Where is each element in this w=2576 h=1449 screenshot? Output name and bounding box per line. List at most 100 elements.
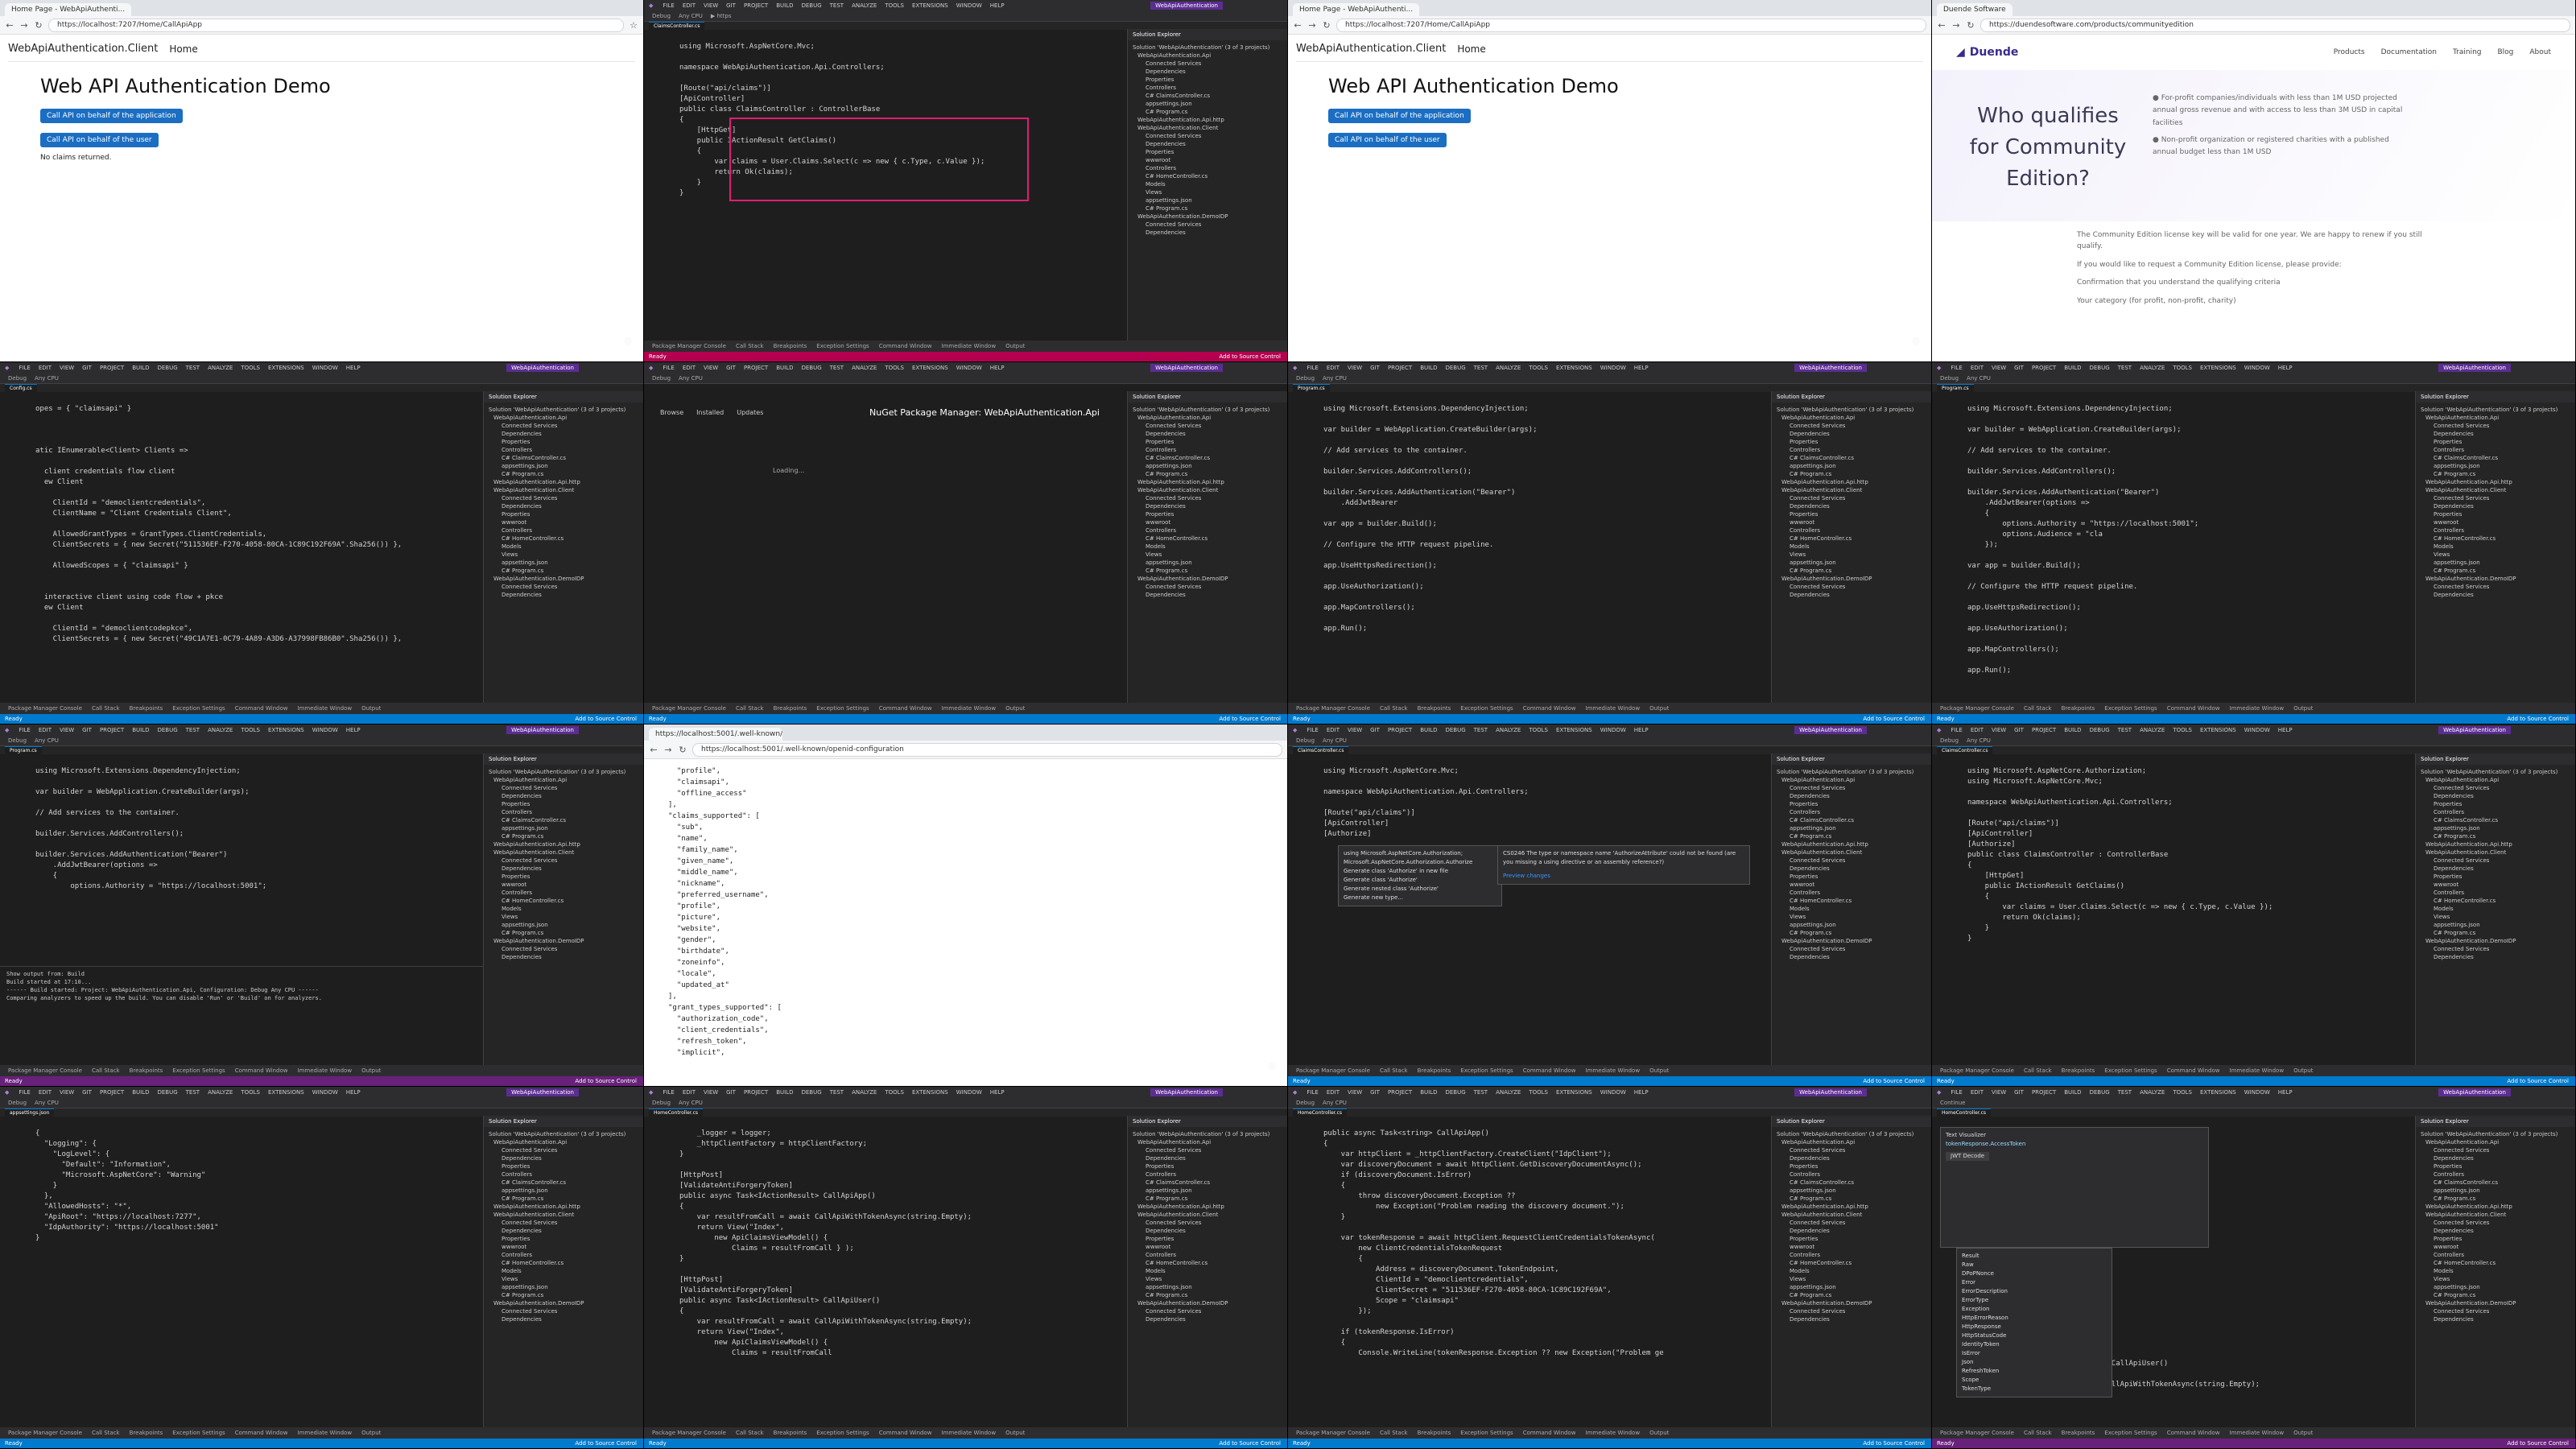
solution-item[interactable]: Controllers: [1777, 526, 1926, 535]
solution-item[interactable]: appsettings.json: [2421, 462, 2570, 470]
solution-item[interactable]: Dependencies: [489, 865, 638, 873]
bottom-tab[interactable]: Call Stack: [1380, 1430, 1408, 1436]
solution-item[interactable]: Connected Services: [1133, 221, 1282, 229]
solution-item[interactable]: Dependencies: [2421, 1227, 2570, 1235]
bottom-tab[interactable]: Exception Settings: [1460, 1067, 1513, 1074]
solution-item[interactable]: Controllers: [489, 1170, 638, 1179]
bottom-tab[interactable]: Immediate Window: [1586, 1430, 1641, 1436]
menu-item-test[interactable]: TEST: [1474, 365, 1488, 371]
call-api-app-button[interactable]: Call API on behalf of the application: [40, 109, 183, 123]
solution-item[interactable]: Properties: [489, 438, 638, 446]
menu-item-extensions[interactable]: EXTENSIONS: [912, 1089, 948, 1096]
menu-item-git[interactable]: GIT: [2014, 727, 2024, 733]
doc-tab-appsettings[interactable]: appsettings.json: [5, 1108, 55, 1117]
solution-item[interactable]: Controllers: [1777, 1251, 1926, 1259]
solution-item[interactable]: Properties: [1133, 76, 1282, 84]
bottom-tab[interactable]: Package Manager Console: [1940, 1067, 2014, 1074]
menu-item-build[interactable]: BUILD: [2064, 1089, 2081, 1096]
bottom-tab[interactable]: Output: [2293, 1430, 2313, 1436]
solution-item[interactable]: WebApiAuthentication.DemoIDP: [2421, 1299, 2570, 1307]
solution-item[interactable]: WebApiAuthentication.Api.http: [1777, 840, 1926, 848]
solution-item[interactable]: WebApiAuthentication.Api: [1133, 52, 1282, 60]
status-source-control[interactable]: Add to Source Control: [2507, 1078, 2569, 1084]
solution-item[interactable]: Connected Services: [489, 1307, 638, 1315]
bottom-tab[interactable]: Exception Settings: [1460, 1430, 1513, 1436]
solution-item[interactable]: Connected Services: [489, 583, 638, 591]
vs-menu-items[interactable]: FILE EDIT VIEW GIT PROJECT BUILD DEBUG TEST ANAL…: [663, 365, 1012, 371]
solution-item[interactable]: Dependencies: [1777, 430, 1926, 438]
menu-item-debug[interactable]: DEBUG: [157, 727, 177, 733]
menu-item-view[interactable]: VIEW: [1992, 727, 2006, 733]
menu-item-git[interactable]: GIT: [1370, 1089, 1380, 1096]
bottom-tab[interactable]: Breakpoints: [2062, 705, 2095, 712]
doc-tab-claims-controller[interactable]: ClaimsController.cs: [1937, 746, 1993, 754]
bottom-tab[interactable]: Package Manager Console: [1296, 1430, 1370, 1436]
visualizer-decode-select[interactable]: JWT Decode: [1946, 1152, 1990, 1161]
solution-item[interactable]: Connected Services: [1133, 583, 1282, 591]
solution-item[interactable]: C# ClaimsController.cs: [489, 816, 638, 824]
bottom-tab[interactable]: Output: [361, 705, 381, 712]
solution-item[interactable]: Connected Services: [489, 1146, 638, 1154]
solution-item[interactable]: Connected Services: [1777, 583, 1926, 591]
solution-item[interactable]: appsettings.json: [489, 921, 638, 929]
nav-home[interactable]: Home: [1457, 43, 1485, 55]
solution-item[interactable]: C# HomeController.cs: [489, 1259, 638, 1267]
solution-item[interactable]: WebApiAuthentication.Api.http: [1133, 478, 1282, 486]
bottom-tab[interactable]: Call Stack: [1380, 1067, 1408, 1074]
menu-item-help[interactable]: HELP: [2278, 365, 2293, 371]
browser-tab[interactable]: Home Page - WebApiAuthenti...: [5, 3, 132, 16]
browser-tab[interactable]: Home Page - WebApiAuthenti...: [1293, 3, 1420, 16]
solution-item[interactable]: C# ClaimsController.cs: [2421, 1179, 2570, 1187]
solution-item[interactable]: Properties: [1777, 873, 1926, 881]
menu-item-test[interactable]: TEST: [2118, 727, 2132, 733]
solution-item[interactable]: WebApiAuthentication.Client: [489, 848, 638, 857]
bottom-tab[interactable]: Breakpoints: [130, 1067, 163, 1074]
nuget-tab-installed[interactable]: Installed: [696, 409, 724, 416]
solution-item[interactable]: WebApiAuthentication.Client: [489, 1211, 638, 1219]
solution-item[interactable]: appsettings.json: [489, 462, 638, 470]
solution-item[interactable]: Solution 'WebApiAuthentication' (3 of 3 …: [1133, 406, 1282, 414]
solution-item[interactable]: WebApiAuthentication.Api.http: [2421, 478, 2570, 486]
bottom-tab[interactable]: Command Window: [1523, 705, 1576, 712]
solution-item[interactable]: C# Program.cs: [2421, 929, 2570, 937]
menu-item-test[interactable]: TEST: [186, 727, 200, 733]
solution-item[interactable]: appsettings.json: [1133, 196, 1282, 204]
menu-item-debug[interactable]: DEBUG: [801, 365, 821, 371]
menu-item-tools[interactable]: TOOLS: [885, 2, 904, 9]
solution-item[interactable]: Dependencies: [489, 1227, 638, 1235]
solution-item[interactable]: Controllers: [2421, 889, 2570, 897]
solution-item[interactable]: C# Program.cs: [1133, 567, 1282, 575]
solution-item[interactable]: appsettings.json: [1777, 462, 1926, 470]
bottom-tab[interactable]: Breakpoints: [1418, 1067, 1451, 1074]
solution-item[interactable]: Models: [2421, 1267, 2570, 1275]
menu-item-window[interactable]: WINDOW: [1600, 1089, 1626, 1096]
bottom-tab[interactable]: Package Manager Console: [1940, 1430, 2014, 1436]
vs-menu-items[interactable]: FILE EDIT VIEW GIT PROJECT BUILD DEBUG TEST ANAL…: [19, 1089, 368, 1096]
solution-item[interactable]: Dependencies: [1133, 430, 1282, 438]
solution-item[interactable]: WebApiAuthentication.Api.http: [489, 478, 638, 486]
bottom-tab[interactable]: Command Window: [1523, 1067, 1576, 1074]
status-source-control[interactable]: Add to Source Control: [1863, 1440, 1925, 1447]
solution-item[interactable]: Properties: [2421, 510, 2570, 518]
solution-item[interactable]: wwwroot: [489, 881, 638, 889]
solution-item[interactable]: WebApiAuthentication.Client: [2421, 1211, 2570, 1219]
solution-item[interactable]: WebApiAuthentication.Client: [1777, 848, 1926, 857]
menu-item-extensions[interactable]: EXTENSIONS: [2200, 727, 2236, 733]
bottom-tab[interactable]: Output: [1649, 705, 1669, 712]
solution-item[interactable]: WebApiAuthentication.DemoIDP: [1133, 575, 1282, 583]
bottom-tab[interactable]: Command Window: [235, 1430, 288, 1436]
duende-nav-products[interactable]: Products: [2334, 48, 2365, 56]
status-source-control[interactable]: Add to Source Control: [2507, 1440, 2569, 1447]
menu-item-git[interactable]: GIT: [726, 2, 736, 9]
menu-item-extensions[interactable]: EXTENSIONS: [268, 365, 304, 371]
solution-tree[interactable]: Solution 'WebApiAuthentication' (3 of 3 …: [2421, 768, 2570, 961]
solution-item[interactable]: C# ClaimsController.cs: [1777, 1179, 1926, 1187]
menu-item-edit[interactable]: EDIT: [683, 365, 696, 371]
status-source-control[interactable]: Add to Source Control: [1863, 716, 1925, 722]
code-editor[interactable]: using Microsoft.AspNetCore.Mvc; namespac…: [1288, 762, 1778, 1065]
vs-menu-items[interactable]: FILE EDIT VIEW GIT PROJECT BUILD DEBUG TEST ANAL…: [1307, 727, 1656, 733]
bottom-tab[interactable]: Exception Settings: [2104, 1067, 2157, 1074]
solution-item[interactable]: C# Program.cs: [489, 1195, 638, 1203]
menu-item-extensions[interactable]: EXTENSIONS: [2200, 1089, 2236, 1096]
menu-item-debug[interactable]: DEBUG: [801, 1089, 821, 1096]
